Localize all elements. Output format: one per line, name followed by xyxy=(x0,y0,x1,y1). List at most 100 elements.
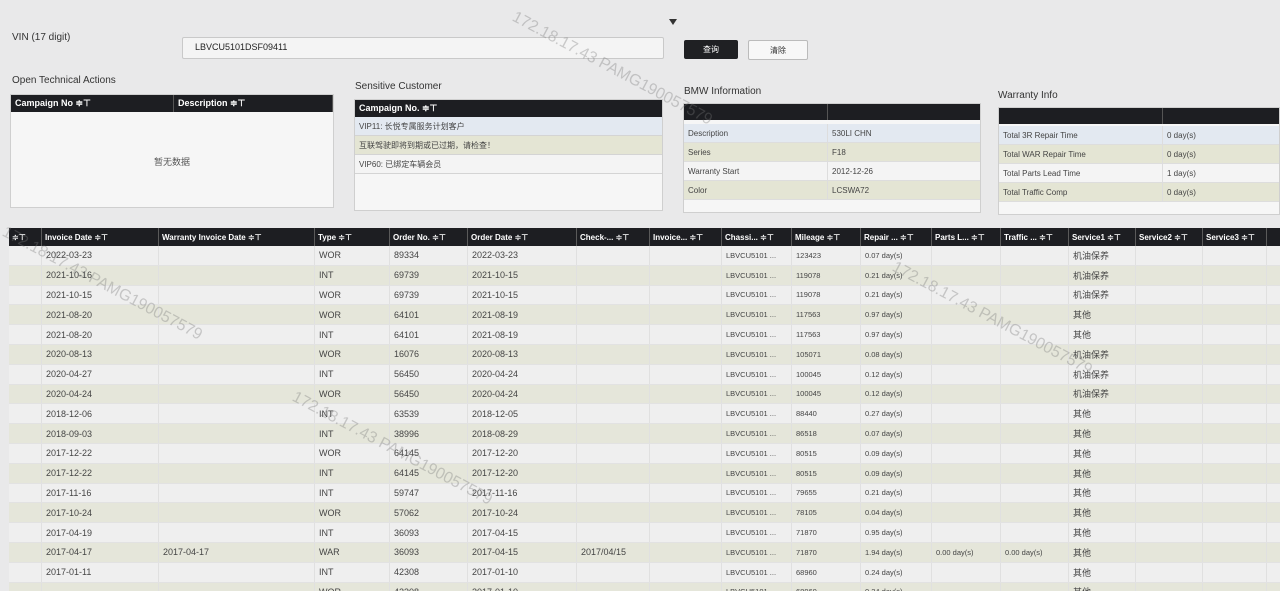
ota-col-campaign-no[interactable]: Campaign No ≑⊤ xyxy=(11,95,174,112)
cell-service3 xyxy=(1203,325,1267,344)
table-row[interactable]: 2020-08-13 WOR 16076 2020-08-13 LBVCU5101 ..… xyxy=(9,344,1280,365)
table-row[interactable]: 2017-04-17 2017-04-17 WAR 36093 2017-04-15 20… xyxy=(9,542,1280,563)
cell-service1: 其他 xyxy=(1069,503,1136,523)
table-row[interactable]: 2021-08-20 WOR 64101 2021-08-19 LBVCU5101 ..… xyxy=(9,305,1280,326)
column-header-type[interactable]: Type ≑⊤ xyxy=(315,228,390,246)
cell-parts-lead xyxy=(932,364,1001,384)
cell-invoice-date xyxy=(42,582,159,591)
column-header-mileage[interactable]: Mileage ≑⊤ xyxy=(792,228,861,246)
cell-service2 xyxy=(1136,542,1203,562)
cell-repair-time: 0.09 day(s) xyxy=(861,463,932,483)
table-row[interactable]: 2018-09-03 INT 38996 2018-08-29 LBVCU5101 ..… xyxy=(9,424,1280,444)
bmw-info-value: 2012-12-26 xyxy=(832,167,873,176)
cell-service1: 机油保养 xyxy=(1069,285,1136,305)
cell-repair-time: 0.07 day(s) xyxy=(861,246,932,265)
caret-down-icon[interactable] xyxy=(669,19,677,25)
cell-order-no: 57062 xyxy=(390,503,468,523)
table-row[interactable]: 2017-10-24 WOR 57062 2017-10-24 LBVCU5101 ..… xyxy=(9,503,1280,524)
table-row[interactable]: 2021-08-20 INT 64101 2021-08-19 LBVCU5101 ..… xyxy=(9,325,1280,345)
column-header-traffic[interactable]: Traffic ... ≑⊤ xyxy=(1001,228,1069,246)
column-header-warranty-invoice-date[interactable]: Warranty Invoice Date ≑⊤ xyxy=(159,228,315,246)
cell-invoice-date: 2017-12-22 xyxy=(42,463,159,483)
cell-repair-time: 0.21 day(s) xyxy=(861,265,932,285)
column-header-service2[interactable]: Service2 ≑⊤ xyxy=(1136,228,1203,246)
cell-service2 xyxy=(1136,503,1203,523)
column-header-order-date[interactable]: Order Date ≑⊤ xyxy=(468,228,577,246)
cell-warranty-invoice-date xyxy=(159,246,315,265)
cell-invoice-date: 2020-04-24 xyxy=(42,384,159,404)
cell-service1: 其他 xyxy=(1069,483,1136,503)
table-row[interactable]: 2017-12-22 WOR 64145 2017-12-20 LBVCU5101 ..… xyxy=(9,443,1280,464)
query-button[interactable]: 查询 xyxy=(684,40,738,59)
cell-order-date: 2017-10-24 xyxy=(468,503,577,523)
table-row[interactable]: 2020-04-27 INT 56450 2020-04-24 LBVCU5101 ..… xyxy=(9,364,1280,385)
cell-chassis: LBVCU5101 ... xyxy=(722,246,792,265)
column-header-check[interactable]: Check-... ≑⊤ xyxy=(577,228,650,246)
ota-col-description[interactable]: Description ≑⊤ xyxy=(174,95,333,112)
column-header-parts-lead[interactable]: Parts L... ≑⊤ xyxy=(932,228,1001,246)
cell-mileage: 80515 xyxy=(792,443,861,463)
cell-repair-time: 0.97 day(s) xyxy=(861,325,932,344)
cell-type: INT xyxy=(315,463,390,483)
cell-order-date: 2021-08-19 xyxy=(468,325,577,344)
cell-service1: 其他 xyxy=(1069,562,1136,582)
warranty-value: 0 day(s) xyxy=(1167,150,1196,159)
cell-order-no: 89334 xyxy=(390,246,468,265)
cell-service1: 其他 xyxy=(1069,325,1136,344)
cell-service2 xyxy=(1136,443,1203,463)
table-row[interactable]: 2017-11-16 INT 59747 2017-11-16 LBVCU5101 ..… xyxy=(9,483,1280,504)
cell-traffic xyxy=(1001,483,1069,503)
cell-service1: 其他 xyxy=(1069,305,1136,325)
cell-chassis: LBVCU5101 ... xyxy=(722,523,792,542)
vin-input[interactable]: LBVCU5101DSF09411 xyxy=(182,37,664,59)
cell-parts-lead xyxy=(932,483,1001,503)
cell-traffic xyxy=(1001,285,1069,305)
column-header-invoice-date[interactable]: Invoice Date ≑⊤ xyxy=(42,228,159,246)
cell-parts-lead xyxy=(932,582,1001,591)
column-header-order-no[interactable]: Order No. ≑⊤ xyxy=(390,228,468,246)
cell-invoice-date: 2021-10-16 xyxy=(42,265,159,285)
table-row[interactable]: 2017-04-19 INT 36093 2017-04-15 LBVCU5101 ..… xyxy=(9,523,1280,543)
cell-type: WOR xyxy=(315,285,390,305)
column-header-invoice[interactable]: Invoice... ≑⊤ xyxy=(650,228,722,246)
cell-chassis: LBVCU5101 ... xyxy=(722,384,792,404)
table-row[interactable]: 2017-01-11 INT 42308 2017-01-10 LBVCU5101 ..… xyxy=(9,562,1280,583)
cell-order-no: 64101 xyxy=(390,305,468,325)
cell-parts-lead xyxy=(932,384,1001,404)
column-header-service3[interactable]: Service3 ≑⊤ xyxy=(1203,228,1267,246)
cell-select xyxy=(9,503,42,523)
bmw-info-value: 530LI CHN xyxy=(832,129,872,138)
cell-type: INT xyxy=(315,562,390,582)
column-header-service1[interactable]: Service1 ≑⊤ xyxy=(1069,228,1136,246)
cell-traffic xyxy=(1001,503,1069,523)
cell-order-date: 2017-01-10 xyxy=(468,562,577,582)
cell-service2 xyxy=(1136,364,1203,384)
table-row[interactable]: 2021-10-16 INT 69739 2021-10-15 LBVCU5101 ..… xyxy=(9,265,1280,286)
column-header-repair-time[interactable]: Repair ... ≑⊤ xyxy=(861,228,932,246)
table-row[interactable]: 2020-04-24 WOR 56450 2020-04-24 LBVCU5101 ..… xyxy=(9,384,1280,405)
bmw-info-row: Description 530LI CHN xyxy=(684,124,980,143)
cell-mileage: 86518 xyxy=(792,424,861,443)
bmw-info-value: F18 xyxy=(832,148,846,157)
table-row[interactable]: 2022-03-23 WOR 89334 2022-03-23 LBVCU5101 ..… xyxy=(9,246,1280,266)
cell-service3 xyxy=(1203,285,1267,305)
cell-warranty-invoice-date xyxy=(159,562,315,582)
clear-button[interactable]: 清除 xyxy=(748,40,808,60)
bmw-information-panel: Description 530LI CHN Series F18 Warrant… xyxy=(683,103,981,213)
cell-service1: 其他 xyxy=(1069,443,1136,463)
table-row[interactable]: 2021-10-15 WOR 69739 2021-10-15 LBVCU5101 ..… xyxy=(9,285,1280,306)
cell-invoice-date: 2021-08-20 xyxy=(42,325,159,344)
sensitive-col-campaign-no[interactable]: Campaign No. ≑⊤ xyxy=(355,100,662,117)
cell-service3 xyxy=(1203,246,1267,265)
column-header-chassis[interactable]: Chassi... ≑⊤ xyxy=(722,228,792,246)
table-row[interactable]: 2018-12-06 INT 63539 2018-12-05 LBVCU5101 ..… xyxy=(9,404,1280,425)
table-row[interactable]: WOR423082017-01-10 LBVCU5101 ...689600.24… xyxy=(9,582,1280,591)
warranty-row: Total WAR Repair Time 0 day(s) xyxy=(999,145,1279,164)
cell-order-no: 64101 xyxy=(390,325,468,344)
cell-traffic xyxy=(1001,523,1069,542)
table-row[interactable]: 2017-12-22 INT 64145 2017-12-20 LBVCU5101 ..… xyxy=(9,463,1280,484)
column-header-select[interactable]: ≑⊤ xyxy=(9,228,42,246)
cell-repair-time: 0.04 day(s) xyxy=(861,503,932,523)
bmw-info-value: LCSWA72 xyxy=(832,186,870,195)
cell-order-no: 56450 xyxy=(390,364,468,384)
